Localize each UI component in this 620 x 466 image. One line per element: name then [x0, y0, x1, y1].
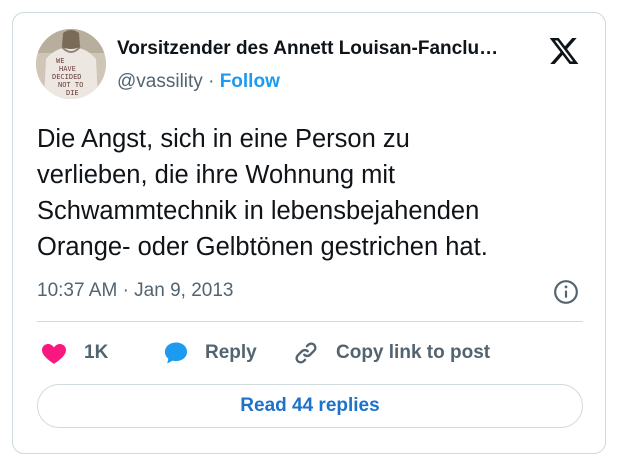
author-display-name[interactable]: Vorsitzender des Annett Louisan-Fanclu… [117, 37, 537, 61]
read-replies-label: Read 44 replies [240, 395, 380, 416]
tweet-date: Jan 9, 2013 [134, 280, 234, 301]
shirt-text-line: DECIDED [52, 73, 82, 81]
shirt-text-line: HAVE [59, 65, 76, 73]
action-bar: 1K Reply Copy link to post [37, 338, 583, 368]
shirt-text-line: DIE [66, 89, 79, 97]
tweet-card: WE HAVE DECIDED NOT TO DIE Vorsitzender … [12, 12, 606, 454]
info-icon[interactable] [553, 279, 579, 305]
heart-icon [42, 343, 66, 364]
shirt-text-line: WE [56, 57, 64, 65]
divider [37, 321, 583, 322]
handle-separator: · [208, 71, 215, 92]
author-handle[interactable]: @vassility [117, 71, 203, 92]
author-handle-row: @vassility · Follow [117, 70, 280, 94]
tweet-text-line: verlieben, die ihre Wohnung mit [37, 161, 396, 189]
timestamp-separator: · [122, 280, 129, 301]
tweet-text: Die Angst, sich in eine Person zu verlie… [37, 121, 585, 265]
link-icon [295, 342, 317, 364]
tweet-text-line: Orange- oder Gelbtönen gestrichen hat. [37, 233, 488, 261]
tweet-text-line: Schwammtechnik in lebensbejahenden [37, 197, 480, 225]
tweet-time: 10:37 AM [37, 280, 118, 301]
copy-link-button[interactable]: Copy link to post [291, 338, 490, 368]
like-count: 1K [84, 342, 109, 363]
avatar-image: WE HAVE DECIDED NOT TO DIE [36, 29, 106, 99]
tweet-text-line: Die Angst, sich in eine Person zu [37, 125, 410, 153]
reply-bubble-icon [164, 342, 188, 364]
x-logo-icon[interactable] [547, 35, 581, 67]
read-replies-button[interactable]: Read 44 replies [37, 384, 583, 428]
avatar[interactable]: WE HAVE DECIDED NOT TO DIE [36, 29, 106, 99]
like-button[interactable]: 1K [39, 338, 108, 368]
shirt-text-line: NOT TO [58, 81, 83, 89]
tweet-timestamp[interactable]: 10:37 AM · Jan 9, 2013 [37, 279, 233, 303]
follow-button[interactable]: Follow [220, 71, 280, 92]
reply-button[interactable]: Reply [161, 338, 257, 368]
reply-label: Reply [205, 342, 257, 363]
copy-link-label: Copy link to post [336, 342, 491, 363]
